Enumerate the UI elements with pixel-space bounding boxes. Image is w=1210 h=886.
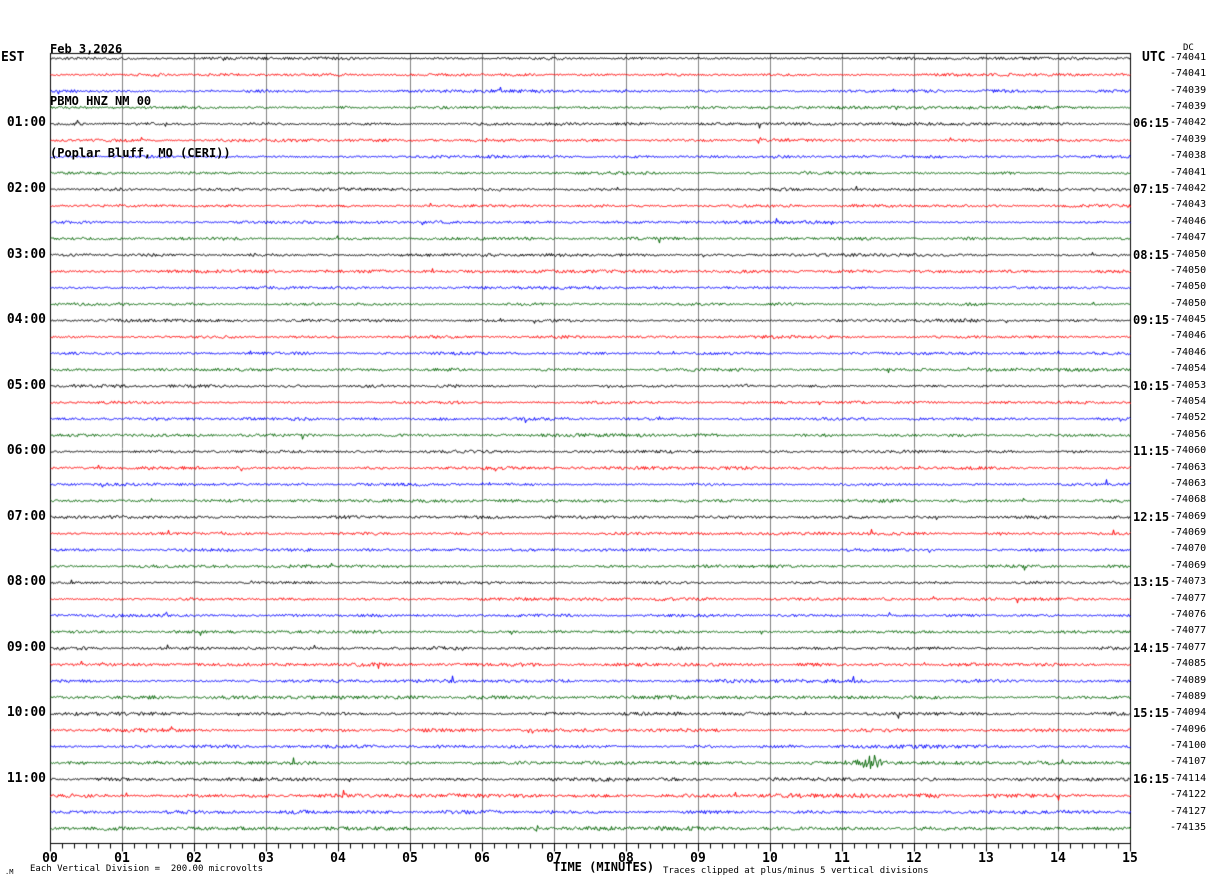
dc-value: -74077 bbox=[1170, 625, 1207, 637]
utc-time-label: 10:15 bbox=[1133, 378, 1170, 393]
dc-value: -74053 bbox=[1170, 379, 1207, 391]
dc-value: -74054 bbox=[1170, 395, 1207, 407]
utc-time-label: 07:15 bbox=[1133, 181, 1170, 196]
dc-value: -74045 bbox=[1170, 314, 1207, 326]
utc-time-label: 08:15 bbox=[1133, 247, 1170, 262]
hour-label: 07:00 bbox=[6, 508, 46, 524]
dc-value: -74069 bbox=[1170, 559, 1207, 571]
minute-tick-label: 15 bbox=[1122, 851, 1138, 866]
minute-tick-label: 04 bbox=[330, 851, 346, 866]
dc-value: -74063 bbox=[1170, 461, 1207, 473]
clip-note: Traces clipped at plus/minus 5 vertical … bbox=[663, 866, 929, 876]
hour-label: 01:00 bbox=[6, 115, 46, 131]
dc-value: -74050 bbox=[1170, 297, 1207, 309]
hour-label: 10:00 bbox=[6, 705, 46, 721]
dc-value: -74050 bbox=[1170, 281, 1207, 293]
header-location: (Poplar Bluff, MO (CERI)) bbox=[50, 146, 231, 160]
dc-value: -74052 bbox=[1170, 412, 1207, 424]
dc-value: -74050 bbox=[1170, 264, 1207, 276]
dc-value: -74050 bbox=[1170, 248, 1207, 260]
dc-value: -74047 bbox=[1170, 232, 1207, 244]
utc-time-label: 16:15 bbox=[1133, 771, 1170, 786]
hour-label: 08:00 bbox=[6, 574, 46, 590]
hour-label: 03:00 bbox=[6, 246, 46, 262]
dc-value: -74038 bbox=[1170, 150, 1207, 162]
dc-value: -74043 bbox=[1170, 199, 1207, 211]
dc-value: -74046 bbox=[1170, 215, 1207, 227]
minute-tick-label: 14 bbox=[1050, 851, 1066, 866]
webicorder-page: Feb 3,2026 PBMO HNZ NM 00 (Poplar Bluff,… bbox=[0, 0, 1210, 886]
dc-value: -74039 bbox=[1170, 133, 1207, 145]
utc-time-label: 14:15 bbox=[1133, 640, 1170, 655]
dc-value: -74114 bbox=[1170, 772, 1207, 784]
utc-time-label: 09:15 bbox=[1133, 313, 1170, 328]
dc-value: -74077 bbox=[1170, 641, 1207, 653]
dc-value: -74096 bbox=[1170, 723, 1207, 735]
minute-tick-label: 05 bbox=[402, 851, 418, 866]
hour-label: 02:00 bbox=[6, 180, 46, 196]
hour-label: 09:00 bbox=[6, 639, 46, 655]
dc-value: -74063 bbox=[1170, 477, 1207, 489]
dc-value: -74056 bbox=[1170, 428, 1207, 440]
hour-label: 11:00 bbox=[6, 770, 46, 786]
dc-value: -74070 bbox=[1170, 543, 1207, 555]
dc-value: -74127 bbox=[1170, 805, 1207, 817]
dc-value: -74135 bbox=[1170, 821, 1207, 833]
dc-value: -74041 bbox=[1170, 166, 1207, 178]
dc-value: -74060 bbox=[1170, 445, 1207, 457]
dc-value: -74073 bbox=[1170, 576, 1207, 588]
minute-tick-label: 13 bbox=[978, 851, 994, 866]
minute-tick-label: 11 bbox=[834, 851, 850, 866]
dc-value: -74077 bbox=[1170, 592, 1207, 604]
dc-value: -74122 bbox=[1170, 789, 1207, 801]
dc-value: -74046 bbox=[1170, 346, 1207, 358]
left-timezone-label: EST bbox=[1, 50, 25, 65]
dc-value: -74076 bbox=[1170, 608, 1207, 620]
dc-value: -74042 bbox=[1170, 182, 1207, 194]
corner-mark: .M bbox=[5, 868, 14, 876]
right-timezone-label: UTC bbox=[1142, 50, 1166, 65]
dc-value: -74089 bbox=[1170, 674, 1207, 686]
utc-time-label: 06:15 bbox=[1133, 116, 1170, 131]
utc-time-label: 12:15 bbox=[1133, 509, 1170, 524]
dc-value: -74039 bbox=[1170, 84, 1207, 96]
hour-label: 05:00 bbox=[6, 377, 46, 393]
dc-value: -74041 bbox=[1170, 51, 1207, 63]
hour-label: 04:00 bbox=[6, 312, 46, 328]
dc-value: -74085 bbox=[1170, 658, 1207, 670]
dc-value: -74054 bbox=[1170, 363, 1207, 375]
dc-value: -74094 bbox=[1170, 707, 1207, 719]
dc-value: -74039 bbox=[1170, 101, 1207, 113]
minute-tick-label: 10 bbox=[762, 851, 778, 866]
dc-value: -74100 bbox=[1170, 740, 1207, 752]
hour-label: 06:00 bbox=[6, 443, 46, 459]
utc-time-label: 15:15 bbox=[1133, 706, 1170, 721]
dc-value: -74069 bbox=[1170, 527, 1207, 539]
utc-time-label: 13:15 bbox=[1133, 575, 1170, 590]
dc-value: -74046 bbox=[1170, 330, 1207, 342]
minute-tick-label: 09 bbox=[690, 851, 706, 866]
dc-value: -74042 bbox=[1170, 117, 1207, 129]
header-station: PBMO HNZ NM 00 bbox=[50, 94, 152, 108]
utc-time-label: 11:15 bbox=[1133, 444, 1170, 459]
minute-tick-label: 06 bbox=[474, 851, 490, 866]
header-date: Feb 3,2026 bbox=[50, 42, 123, 56]
dc-value: -74041 bbox=[1170, 68, 1207, 80]
dc-value: -74069 bbox=[1170, 510, 1207, 522]
dc-value: -74107 bbox=[1170, 756, 1207, 768]
dc-value: -74089 bbox=[1170, 690, 1207, 702]
scale-note: Each Vertical Division = 200.00 microvol… bbox=[30, 864, 263, 874]
minute-tick-label: 12 bbox=[906, 851, 922, 866]
dc-value: -74068 bbox=[1170, 494, 1207, 506]
x-axis-title: TIME (MINUTES) bbox=[553, 860, 655, 874]
